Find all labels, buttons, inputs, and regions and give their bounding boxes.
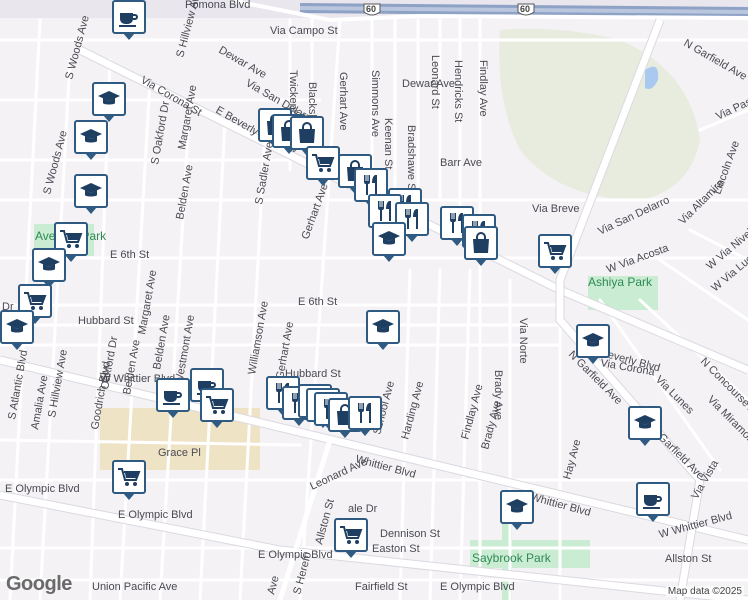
school-icon <box>634 415 656 429</box>
street-label: Hay Ave <box>561 438 583 480</box>
school-icon <box>80 129 102 143</box>
school-marker[interactable] <box>0 310 34 350</box>
shopping-bag-icon <box>473 232 489 253</box>
street-label: Findlay Ave <box>477 60 489 117</box>
grocery-cart-icon <box>118 468 141 486</box>
school-marker[interactable] <box>576 324 610 364</box>
street-label: Via Campo St <box>270 25 338 37</box>
school-icon <box>582 333 604 347</box>
school-marker[interactable] <box>74 174 108 214</box>
street-label: Hubbard St <box>78 315 134 327</box>
cafe-marker[interactable] <box>636 482 670 522</box>
street-label: S Woods Ave <box>63 14 92 81</box>
street-label: E 6th St <box>110 249 149 261</box>
street-label: Hendricks St <box>452 60 464 122</box>
street-label: E Olympic Blvd <box>258 549 333 561</box>
freeway-shield-label: 60 <box>520 4 530 14</box>
school-marker[interactable] <box>366 310 400 350</box>
street-label: Via Breve <box>532 203 580 215</box>
shopping-marker[interactable] <box>464 226 498 266</box>
street-label: S Oakford Dr <box>149 100 172 166</box>
grocery-cart-icon <box>206 396 229 414</box>
restaurant-icon <box>378 201 391 221</box>
map-canvas[interactable]: 60 60 Pomona Blvd Via Campo St S Hillview … <box>0 0 748 600</box>
street-label: Belden Ave <box>151 314 172 371</box>
grocery-cart-icon <box>340 526 363 544</box>
map-attribution[interactable]: Map data ©2025 <box>665 586 744 597</box>
street-label: Simmons Ave <box>369 70 381 137</box>
freeway-shield-west: 60 <box>363 3 381 16</box>
street-label: E Olympic Blvd <box>5 483 80 495</box>
cafe-marker[interactable] <box>156 378 190 418</box>
school-marker[interactable] <box>372 222 406 262</box>
freeway-shield-east: 60 <box>517 3 535 16</box>
cafe-icon <box>119 13 138 27</box>
grocery-marker[interactable] <box>334 518 368 558</box>
school-icon <box>6 319 28 333</box>
school-icon <box>372 319 394 333</box>
street-label: Belden Ave <box>174 164 195 221</box>
restaurant-icon <box>358 403 371 423</box>
street-label: Via Norte <box>517 318 529 364</box>
school-marker[interactable] <box>500 490 534 530</box>
street-label: Belden Ave <box>121 339 142 396</box>
street-label: Ave <box>265 575 281 596</box>
street-label: Findlay Ave <box>459 383 485 441</box>
street-label: ale Dr <box>348 503 378 515</box>
street-label: Grace Pl <box>158 447 201 459</box>
grocery-marker[interactable] <box>306 146 340 186</box>
school-marker[interactable] <box>92 82 126 122</box>
school-marker[interactable] <box>32 248 66 288</box>
street-label: S Hillview Ave <box>46 349 70 419</box>
street-label: Dewar Ave <box>217 44 269 81</box>
shopping-marker[interactable] <box>290 116 324 156</box>
street-label: Allston St <box>665 553 711 565</box>
street-label: Bradshawe St <box>405 125 417 193</box>
street-label: Harding Ave <box>399 380 426 441</box>
school-icon <box>506 499 528 513</box>
school-marker[interactable] <box>628 406 662 446</box>
park-label: Saybrook Park <box>472 551 552 565</box>
street-label: Lincoln Ave <box>712 139 742 196</box>
shopping-bag-icon <box>299 122 315 143</box>
street-label: E 6th St <box>298 296 337 308</box>
cafe-icon <box>643 495 662 509</box>
grocery-cart-icon <box>312 154 335 172</box>
cafe-marker[interactable] <box>112 0 146 40</box>
street-label: Dewar Ave <box>402 78 455 90</box>
grocery-marker[interactable] <box>538 234 572 274</box>
street-label: Williamson Ave <box>246 300 271 375</box>
street-label: N Garfield Ave <box>682 37 748 83</box>
school-icon <box>38 257 60 271</box>
street-label: Brady Ave <box>492 370 504 420</box>
school-icon <box>98 91 120 105</box>
grocery-cart-icon <box>544 242 567 260</box>
park-label: Ashiya Park <box>588 275 653 289</box>
street-label: E Olympic Blvd <box>440 581 515 593</box>
restaurant-marker[interactable] <box>348 396 382 436</box>
grocery-marker[interactable] <box>112 460 146 500</box>
school-icon <box>80 183 102 197</box>
street-label: Barr Ave <box>440 157 482 169</box>
street-label: Fairfield St <box>355 581 408 593</box>
street-label: Amalia Ave <box>29 374 50 430</box>
street-label: Gerhart Ave <box>337 72 349 131</box>
google-logo: Google <box>6 573 72 595</box>
street-label: Easton St <box>372 543 420 555</box>
cafe-icon <box>163 391 182 405</box>
grocery-marker[interactable] <box>200 388 234 428</box>
school-marker[interactable] <box>74 120 108 160</box>
freeway-shield-label: 60 <box>366 4 376 14</box>
school-icon <box>378 231 400 245</box>
street-label: S Sadler Ave <box>253 141 276 206</box>
street-label: E Olympic Blvd <box>118 509 193 521</box>
street-label: Keenan St <box>382 118 394 169</box>
street-label: Dennison St <box>380 528 440 540</box>
street-label: Union Pacific Ave <box>92 581 177 593</box>
